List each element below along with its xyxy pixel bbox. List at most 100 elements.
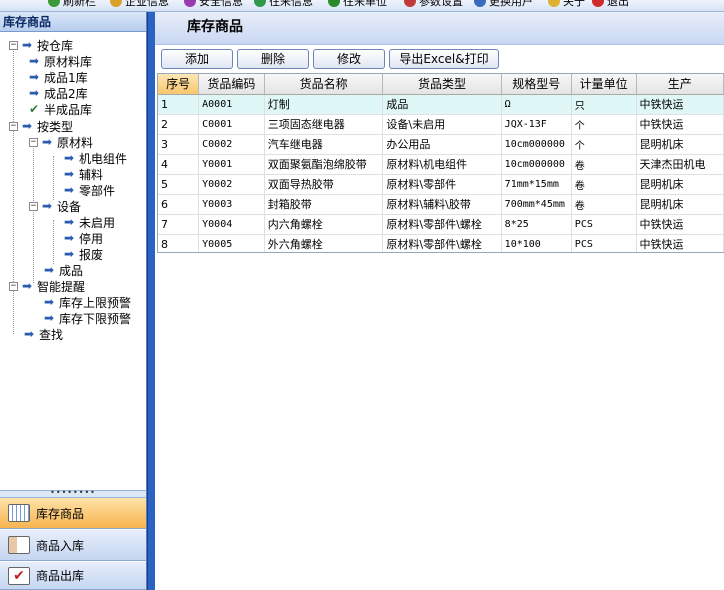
cell-unit[interactable]: 个 [571,114,637,135]
cell-manufacturer[interactable]: 中铁快运 [636,114,724,135]
cell-type[interactable]: 原材料\机电组件 [382,154,502,175]
collapse-toggle-icon[interactable]: − [9,40,18,50]
tree-node-by-warehouse[interactable]: − ➡ 按仓库 [9,37,73,53]
tree-node-not-enabled[interactable]: ➡ 未启用 [63,214,115,230]
column-header-manufacturer[interactable]: 生产 [636,74,724,95]
cell-spec[interactable]: JQX-13F [501,114,572,135]
table-row[interactable]: 3 C0002 汽车继电器 办公用品 10cm000000 个昆明机床 [158,134,724,155]
nav-goods-inbound[interactable]: 商品入库 [0,530,146,561]
tree-node-disabled[interactable]: ➡ 停用 [63,230,103,246]
column-header-type[interactable]: 货品类型 [382,74,502,95]
table-row[interactable]: 4 Y0001 双面聚氨酯泡绵胶带 原材料\机电组件 10cm000000 卷天津杰田机电 [158,154,724,175]
cell-name[interactable]: 封箱胶带 [264,194,384,215]
cell-code[interactable]: Y0003 [198,194,265,215]
toolbar-company-info[interactable]: 企业信息 [110,0,169,8]
cell-name[interactable]: 内六角螺栓 [264,214,384,235]
tree-node-raw-material[interactable]: − ➡ 原材料 [29,134,93,150]
toolbar-exit[interactable]: 退出 [592,0,629,8]
table-row[interactable]: 6 Y0003 封箱胶带 原材料\辅料\胶带 700mm*45mm 卷昆明机床 [158,194,724,215]
tree-node-raw-material-warehouse[interactable]: ➡ 原材料库 [28,53,92,69]
cell-code[interactable]: C0001 [198,114,265,135]
cell-manufacturer[interactable]: 中铁快运 [636,94,724,115]
cell-type[interactable]: 原材料\零部件 [382,174,502,195]
cell-name[interactable]: 外六角螺栓 [264,234,384,252]
nav-goods-outbound[interactable]: ✔ 商品出库 [0,562,146,590]
cell-name[interactable]: 灯制 [264,94,384,115]
tree-node-finished-warehouse-1[interactable]: ➡ 成品1库 [28,69,88,85]
cell-spec[interactable]: 10*100 [501,234,572,252]
cell-name[interactable]: 汽车继电器 [264,134,384,155]
cell-type[interactable]: 设备\未启用 [382,114,502,135]
add-button[interactable]: 添加 [161,49,233,69]
cell-code[interactable]: C0002 [198,134,265,155]
cell-seq[interactable]: 6 [158,194,200,215]
table-row[interactable]: 7 Y0004 内六角螺栓 原材料\零部件\螺栓 8*25 PCS 中铁快运 [158,214,724,235]
cell-seq[interactable]: 8 [158,234,200,252]
collapse-toggle-icon[interactable]: − [9,121,18,131]
edit-button[interactable]: 修改 [313,49,385,69]
cell-unit[interactable]: PCS [571,214,637,235]
cell-type[interactable]: 原材料\零部件\螺栓 [382,234,502,252]
export-excel-print-button[interactable]: 导出Excel&打印 [389,49,499,69]
cell-unit[interactable]: 卷 [571,194,637,215]
toolbar-switch-user[interactable]: 更换用户 [474,0,533,8]
tree-node-upper-limit-alert[interactable]: ➡ 库存上限预警 [43,294,131,310]
tree-node-accessories[interactable]: ➡ 辅料 [63,166,103,182]
tree-node-electromechanical[interactable]: ➡ 机电组件 [63,150,127,166]
cell-name[interactable]: 三项固态继电器 [264,114,384,135]
panel-divider[interactable] [147,12,155,590]
cell-seq[interactable]: 4 [158,154,200,175]
cell-unit[interactable]: 个 [571,134,637,155]
cell-type[interactable]: 办公用品 [382,134,502,155]
cell-seq[interactable]: 7 [158,214,200,235]
cell-manufacturer[interactable]: 中铁快运 [636,234,724,252]
collapse-toggle-icon[interactable]: − [29,137,38,147]
cell-unit[interactable]: 卷 [571,174,637,195]
cell-code[interactable]: A0001 [198,94,265,115]
column-header-seq[interactable]: 序号 [158,74,200,95]
toolbar-settings[interactable]: 参数设置 [404,0,463,8]
tree-node-parts[interactable]: ➡ 零部件 [63,182,115,198]
column-header-name[interactable]: 货品名称 [264,74,384,95]
cell-code[interactable]: Y0002 [198,174,265,195]
tree-node-smart-alerts[interactable]: − ➡ 智能提醒 [9,278,85,294]
cell-unit[interactable]: 卷 [571,154,637,175]
tree-node-semi-finished-warehouse[interactable]: ✔ 半成品库 [28,101,92,117]
cell-seq[interactable]: 5 [158,174,200,195]
cell-spec[interactable]: 8*25 [501,214,572,235]
cell-spec[interactable]: 10cm000000 [501,154,572,175]
cell-code[interactable]: Y0005 [198,234,265,252]
cell-spec[interactable]: Ω [501,94,572,115]
collapse-toggle-icon[interactable]: − [9,281,18,291]
cell-spec[interactable]: 700mm*45mm [501,194,572,215]
cell-name[interactable]: 双面聚氨酯泡绵胶带 [264,154,384,175]
collapse-toggle-icon[interactable]: − [29,201,38,211]
toolbar-about[interactable]: 关于 [548,0,585,8]
tree-node-scrapped[interactable]: ➡ 报废 [63,246,103,262]
column-header-unit[interactable]: 计量单位 [571,74,637,95]
table-row[interactable]: 8 Y0005 外六角螺栓 原材料\零部件\螺栓 10*100 PCS 中铁快运 [158,234,724,252]
cell-unit[interactable]: PCS [571,234,637,252]
cell-spec[interactable]: 10cm000000 [501,134,572,155]
tree-node-equipment[interactable]: − ➡ 设备 [29,198,81,214]
cell-seq[interactable]: 2 [158,114,200,135]
tree-node-finished-warehouse-2[interactable]: ➡ 成品2库 [28,85,88,101]
cell-manufacturer[interactable]: 昆明机床 [636,174,724,195]
cell-manufacturer[interactable]: 天津杰田机电 [636,154,724,175]
cell-manufacturer[interactable]: 昆明机床 [636,194,724,215]
cell-type[interactable]: 原材料\辅料\胶带 [382,194,502,215]
cell-code[interactable]: Y0001 [198,154,265,175]
table-row[interactable]: 2 C0001 三项固态继电器 设备\未启用 JQX-13F 个中铁快运 [158,114,724,135]
tree-node-lower-limit-alert[interactable]: ➡ 库存下限预警 [43,310,131,326]
cell-manufacturer[interactable]: 中铁快运 [636,214,724,235]
cell-unit[interactable]: 只 [571,94,637,115]
cell-seq[interactable]: 3 [158,134,200,155]
toolbar-contacts-info[interactable]: 往来信息 [254,0,313,8]
toolbar-security-info[interactable]: 安全信息 [184,0,243,8]
toolbar-refresh[interactable]: 刷新栏 [48,0,96,8]
cell-type[interactable]: 原材料\零部件\螺栓 [382,214,502,235]
column-header-code[interactable]: 货品编码 [198,74,265,95]
tree-node-finished-goods[interactable]: ➡ 成品 [43,262,83,278]
cell-seq[interactable]: 1 [158,94,200,115]
toolbar-units[interactable]: 往来单位 [328,0,387,8]
